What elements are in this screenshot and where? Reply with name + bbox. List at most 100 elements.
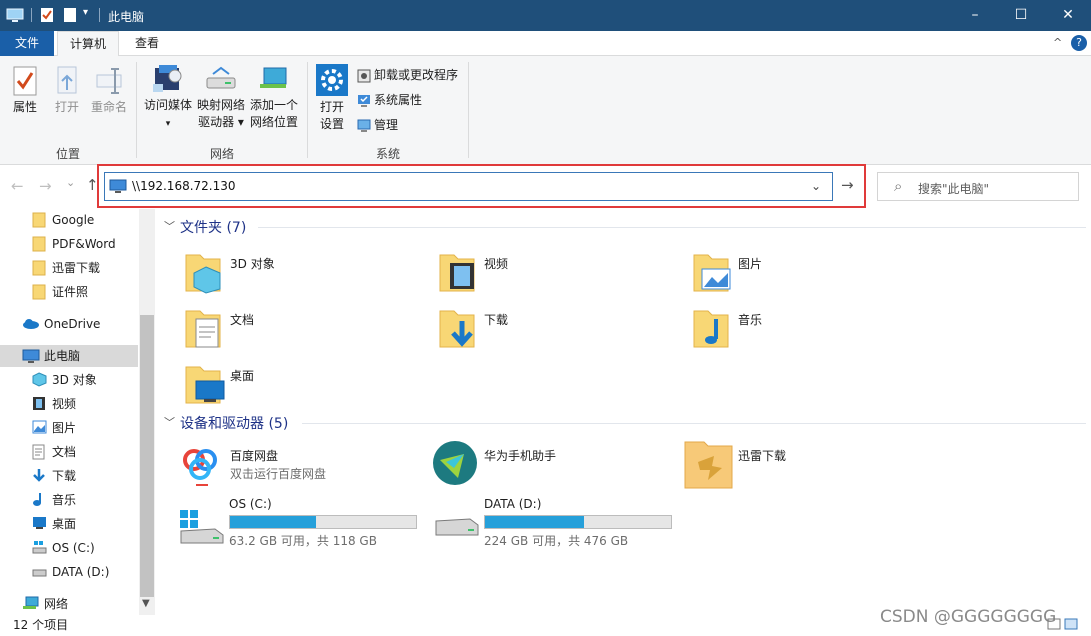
- drive-usage-fill: [230, 516, 316, 528]
- folder-label: 下载: [484, 313, 509, 327]
- open-settings-button[interactable]: 打开 设置: [313, 64, 351, 133]
- group-label-network: 网络: [209, 147, 234, 161]
- sidebar-item-music[interactable]: 音乐: [0, 489, 138, 511]
- folder-desktop[interactable]: 桌面: [184, 363, 424, 413]
- rename-label: 重命名: [90, 100, 127, 114]
- uninstall-icon: [357, 69, 371, 82]
- tab-file[interactable]: 文件: [0, 31, 54, 56]
- sidebar-item-google[interactable]: Google: [0, 209, 138, 231]
- devices-group-header[interactable]: 设备和驱动器 (5): [180, 413, 288, 435]
- sidebar-item-videos[interactable]: 视频: [0, 393, 138, 415]
- sidebar-item-this-pc[interactable]: 此电脑: [0, 345, 138, 367]
- manage-icon: [357, 119, 371, 132]
- properties-icon[interactable]: [40, 7, 54, 23]
- baidu-netdisk-icon: [177, 441, 223, 487]
- drive-icon: [32, 569, 47, 577]
- group-separator: [136, 62, 137, 158]
- sidebar-item-network[interactable]: 网络: [0, 593, 138, 615]
- drive-usage-fill: [485, 516, 584, 528]
- map-drive-button[interactable]: 映射网络 驱动器 ▾: [196, 66, 246, 131]
- huawei-hisuite-icon: [433, 441, 477, 485]
- manage-button[interactable]: 管理: [357, 117, 398, 135]
- open-button[interactable]: 打开: [50, 66, 84, 116]
- sidebar-item-xunlei[interactable]: 迅雷下载: [0, 257, 138, 279]
- folder-music[interactable]: 音乐: [692, 307, 932, 357]
- map-drive-label-1: 映射网络: [196, 98, 245, 112]
- forward-button[interactable]: →: [39, 177, 52, 195]
- folder-downloads[interactable]: 下载: [438, 307, 678, 357]
- sidebar-item-label: 图片: [52, 421, 77, 435]
- uninstall-label: 卸载或更改程序: [374, 68, 459, 82]
- new-folder-icon[interactable]: [63, 7, 77, 23]
- rename-button[interactable]: 重命名: [88, 66, 130, 116]
- group-separator: [468, 62, 469, 158]
- drive-free-space: 224 GB 可用，共 476 GB: [484, 534, 629, 548]
- cube-folder-icon: [185, 254, 221, 294]
- sidebar-item-pdfword[interactable]: PDF&Word: [0, 233, 138, 255]
- document-icon: [32, 444, 45, 460]
- address-bar[interactable]: \\192.168.72.130 ⌄: [104, 172, 833, 201]
- open-settings-label-2: 设置: [319, 117, 344, 131]
- group-divider: [258, 227, 1086, 228]
- collapse-ribbon-icon[interactable]: ^: [1053, 36, 1062, 49]
- add-location-label-1: 添加一个: [249, 98, 298, 112]
- tab-view[interactable]: 查看: [122, 31, 172, 56]
- help-icon[interactable]: ?: [1071, 35, 1087, 51]
- tab-computer[interactable]: 计算机: [57, 31, 119, 57]
- address-dropdown-icon[interactable]: ⌄: [811, 179, 821, 193]
- view-toggle-icons[interactable]: [1047, 617, 1081, 631]
- ribbon: 属性 打开 重命名 位置 访问媒体 ▾ 映射网络 驱动器 ▾ 添加一个 网络位置 网络…: [0, 56, 1091, 165]
- uninstall-button[interactable]: 卸载或更改程序: [357, 67, 458, 85]
- computer-icon: [22, 349, 40, 363]
- folder-label: 图片: [738, 257, 763, 271]
- folder-icon: [32, 212, 46, 228]
- search-box[interactable]: ⌕ 搜索"此电脑": [877, 172, 1079, 201]
- close-button[interactable]: ✕: [1045, 0, 1091, 31]
- back-button[interactable]: ←: [11, 177, 24, 195]
- folder-pictures[interactable]: 图片: [692, 251, 932, 301]
- device-huawei-hisuite[interactable]: 华为手机助手: [432, 440, 682, 498]
- sidebar-scrollbar-thumb[interactable]: [140, 315, 154, 597]
- device-baidu-netdisk[interactable]: 百度网盘 双击运行百度网盘: [176, 440, 426, 498]
- sidebar-item-drive-d[interactable]: DATA (D:): [0, 561, 138, 583]
- drive-d[interactable]: DATA (D:) 224 GB 可用，共 476 GB: [434, 497, 684, 555]
- desktop-icon: [33, 517, 46, 529]
- properties-button[interactable]: 属性: [6, 66, 44, 116]
- window-title: 此电脑: [108, 10, 145, 24]
- minimize-button[interactable]: –: [952, 0, 998, 31]
- sidebar-item-3d-objects[interactable]: 3D 对象: [0, 369, 138, 391]
- collapse-group-icon[interactable]: ﹀: [164, 414, 175, 430]
- sidebar-item-drive-c[interactable]: OS (C:): [0, 537, 138, 559]
- customize-toolbar-icon[interactable]: ▾: [83, 7, 88, 18]
- sidebar-item-label: Google: [52, 213, 95, 227]
- desktop-folder-icon: [185, 366, 225, 404]
- drive-name: DATA (D:): [484, 497, 542, 511]
- sidebar-item-desktop[interactable]: 桌面: [0, 513, 138, 535]
- folder-videos[interactable]: 视频: [438, 251, 678, 301]
- folder-documents[interactable]: 文档: [184, 307, 424, 357]
- system-properties-button[interactable]: 系统属性: [357, 92, 422, 110]
- add-network-location-button[interactable]: 添加一个 网络位置: [248, 66, 300, 131]
- sidebar-item-label: 3D 对象: [52, 373, 97, 387]
- sidebar-item-label: DATA (D:): [52, 565, 110, 579]
- group-label-location: 位置: [55, 147, 80, 161]
- maximize-button[interactable]: ☐: [998, 0, 1044, 31]
- item-count: 12 个项目: [13, 618, 69, 632]
- search-input[interactable]: 搜索"此电脑": [918, 180, 989, 197]
- recent-locations-button[interactable]: ⌄: [66, 176, 75, 189]
- separator: [99, 8, 100, 22]
- folders-group-header[interactable]: 文件夹 (7): [180, 217, 246, 239]
- sidebar-item-label: 迅雷下载: [52, 261, 101, 275]
- sidebar-item-downloads[interactable]: 下载: [0, 465, 138, 487]
- sidebar-item-documents[interactable]: 文档: [0, 441, 138, 463]
- device-xunlei[interactable]: 迅雷下载: [684, 440, 934, 498]
- collapse-group-icon[interactable]: ﹀: [164, 218, 175, 234]
- access-media-button[interactable]: 访问媒体 ▾: [142, 64, 194, 133]
- sidebar-item-pictures[interactable]: 图片: [0, 417, 138, 439]
- scroll-down-icon[interactable]: ▼: [142, 598, 150, 609]
- sidebar-item-onedrive[interactable]: OneDrive: [0, 313, 138, 335]
- address-input[interactable]: \\192.168.72.130: [132, 179, 236, 193]
- drive-c[interactable]: OS (C:) 63.2 GB 可用，共 118 GB: [179, 497, 429, 555]
- sidebar-item-id-photo[interactable]: 证件照: [0, 281, 138, 303]
- folder-3d-objects[interactable]: 3D 对象: [184, 251, 424, 301]
